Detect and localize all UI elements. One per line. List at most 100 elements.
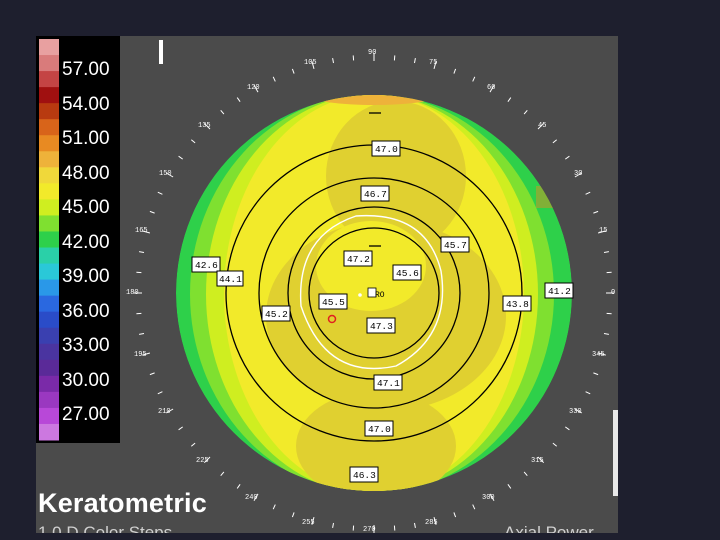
- axis-tick: [139, 333, 145, 335]
- axis-tick: [523, 471, 528, 477]
- axis-label: 315: [531, 457, 544, 465]
- axis-label: 195: [134, 351, 147, 359]
- axis-label: 15: [599, 227, 607, 235]
- axis-tick: [585, 191, 591, 195]
- axis-tick: [472, 504, 476, 510]
- axis-tick: [523, 109, 528, 115]
- axis-tick: [552, 442, 558, 447]
- axis-tick: [603, 251, 609, 253]
- axis-label: 90: [368, 49, 376, 57]
- axis-label: 255: [302, 519, 315, 527]
- svg-text:46.3: 46.3: [353, 470, 376, 481]
- axis-tick: [291, 68, 295, 74]
- power-reading: 44.1: [216, 270, 244, 287]
- axis-tick: [272, 504, 276, 510]
- svg-text:47.0: 47.0: [368, 424, 391, 435]
- axis-tick: [453, 512, 457, 518]
- topography-panel: 57.00 54.00 51.00 48.00 45.00 42.00 39.0…: [36, 36, 618, 533]
- svg-text:41.2: 41.2: [548, 286, 571, 297]
- map-center-dot: [358, 293, 362, 297]
- axis-tick: [332, 58, 334, 64]
- axis-tick: [220, 109, 225, 115]
- axis-label: 225: [196, 457, 209, 465]
- svg-text:45.5: 45.5: [322, 297, 345, 308]
- axis-tick: [603, 333, 609, 335]
- axis-label: 330: [569, 408, 582, 416]
- power-reading: 45.2: [261, 305, 291, 322]
- axis-label: 105: [304, 59, 317, 67]
- axis-label: 180: [126, 289, 139, 297]
- axis-label: 60: [487, 84, 495, 92]
- axis-tick: [236, 484, 241, 489]
- axis-tick: [272, 76, 276, 82]
- center-tag: RO: [375, 291, 385, 300]
- axis-tick: [220, 471, 225, 477]
- axis-tick: [178, 426, 183, 431]
- axis-label: 210: [158, 408, 171, 416]
- map-title: Keratometric: [38, 488, 207, 518]
- axis-label: 165: [135, 227, 148, 235]
- axis-label: 75: [429, 59, 437, 67]
- power-reading: 45.5: [318, 293, 348, 310]
- axis-tick: [139, 251, 145, 253]
- corneal-map: 90 105 75 120 60 135 45 150 30 165 15 18…: [126, 49, 615, 533]
- axis-tick: [593, 372, 599, 376]
- axis-tick: [507, 97, 512, 102]
- axis-tick: [585, 391, 591, 395]
- scroll-marker-right: [613, 410, 618, 496]
- svg-text:47.3: 47.3: [370, 321, 393, 332]
- power-reading: 46.3: [349, 466, 379, 483]
- axis-tick: [178, 155, 183, 160]
- svg-text:46.7: 46.7: [364, 189, 387, 200]
- axis-tick: [332, 522, 334, 528]
- axis-tick: [149, 372, 155, 376]
- power-reading: 47.1: [373, 374, 403, 391]
- axis-label: 270: [363, 526, 376, 533]
- power-reading: 45.7: [440, 236, 470, 253]
- svg-text:47.1: 47.1: [377, 378, 400, 389]
- svg-text:45.6: 45.6: [396, 268, 419, 279]
- power-reading: 45.6: [392, 264, 422, 281]
- axis-tick: [157, 191, 163, 195]
- axis-tick: [565, 155, 570, 160]
- axis-label: 345: [592, 351, 605, 359]
- axis-label: 300: [482, 494, 495, 502]
- power-reading: 47.3: [366, 317, 396, 334]
- color-steps-label: 1.0 D Color Steps: [38, 523, 173, 533]
- axis-tick: [157, 391, 163, 395]
- axis-tick: [565, 426, 570, 431]
- axis-tick: [552, 139, 558, 144]
- power-reading: 47.0: [371, 140, 401, 157]
- axis-label: 240: [245, 494, 258, 502]
- map-type-label: Axial Power: [504, 523, 594, 533]
- svg-text:45.2: 45.2: [265, 309, 288, 320]
- power-reading: 47.0: [364, 420, 394, 437]
- axis-label: 150: [159, 170, 172, 178]
- power-reading: 43.8: [502, 295, 532, 312]
- axis-label: 30: [574, 170, 582, 178]
- axis-tick: [149, 210, 155, 214]
- power-reading: 42.6: [191, 256, 221, 273]
- svg-text:42.6: 42.6: [195, 260, 218, 271]
- axis-tick: [291, 512, 295, 518]
- axis-tick: [190, 442, 196, 447]
- axis-tick: [507, 484, 512, 489]
- axis-label: 135: [198, 122, 211, 130]
- svg-text:44.1: 44.1: [219, 274, 242, 285]
- axis-label: 120: [247, 84, 260, 92]
- axis-tick: [236, 97, 241, 102]
- axis-tick: [593, 210, 599, 214]
- svg-text:45.7: 45.7: [444, 240, 467, 251]
- axis-label: 285: [425, 519, 438, 527]
- axis-tick: [414, 522, 416, 528]
- scroll-marker-left: [159, 40, 163, 64]
- power-reading: 47.2: [343, 250, 373, 267]
- axis-label: 0: [611, 289, 615, 297]
- svg-text:43.8: 43.8: [506, 299, 529, 310]
- axis-tick: [453, 68, 457, 74]
- axis-label: 45: [538, 122, 546, 130]
- axis-tick: [414, 58, 416, 64]
- axis-tick: [472, 76, 476, 82]
- power-reading: 41.2: [544, 282, 574, 299]
- svg-text:47.0: 47.0: [375, 144, 398, 155]
